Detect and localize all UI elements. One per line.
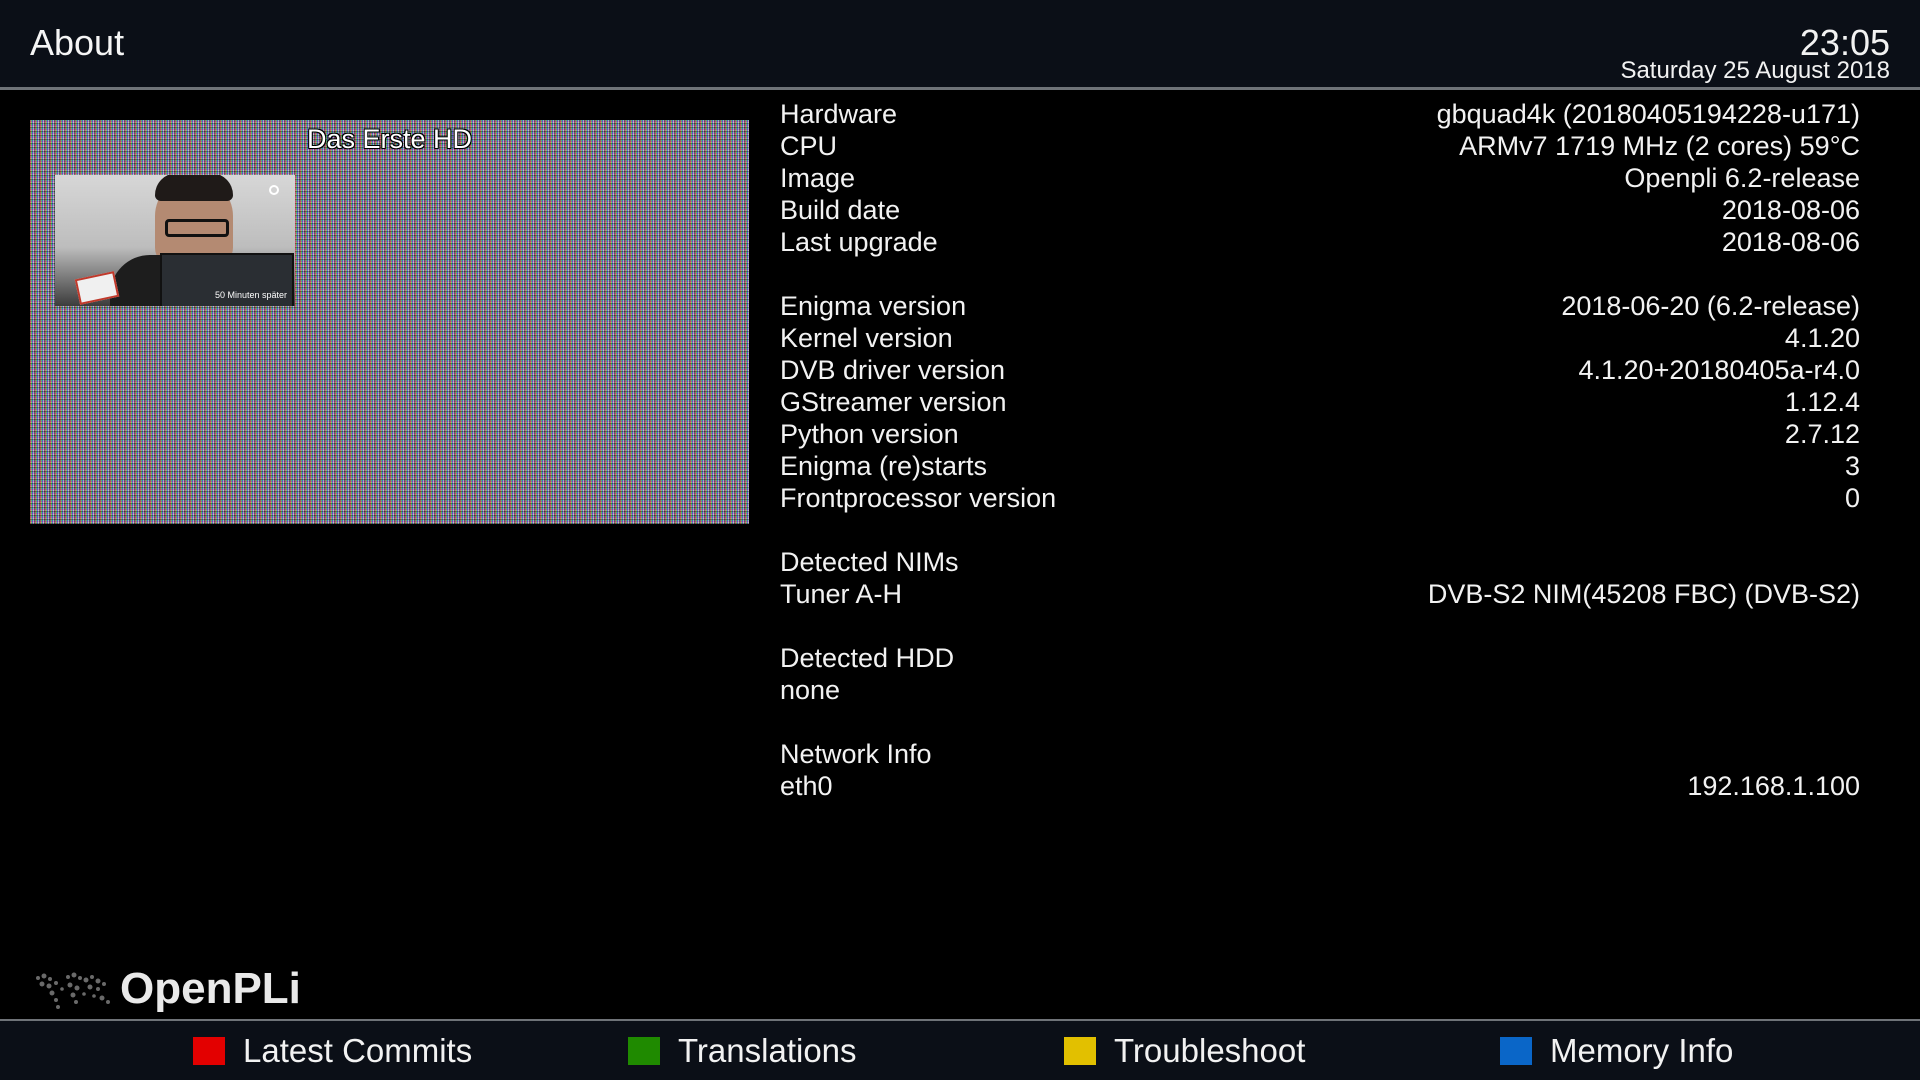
info-value: DVB-S2 NIM(45208 FBC) (DVB-S2) bbox=[1427, 579, 1860, 609]
info-heading-hdd: Detected HDD bbox=[780, 642, 1860, 674]
info-row-cpu: CPU ARMv7 1719 MHz (2 cores) 59°C bbox=[780, 130, 1860, 162]
info-value: 2.7.12 bbox=[1784, 419, 1860, 449]
globe-map-icon bbox=[36, 972, 110, 1009]
info-row-hardware: Hardware gbquad4k (20180405194228-u171) bbox=[780, 98, 1860, 130]
header-divider bbox=[0, 87, 1920, 90]
info-row-frontprocessor-version: Frontprocessor version 0 bbox=[780, 482, 1860, 514]
section-heading: Network Info bbox=[780, 739, 932, 769]
info-label: Build date bbox=[780, 195, 901, 225]
system-info-list: Hardware gbquad4k (20180405194228-u171) … bbox=[780, 98, 1860, 802]
info-label: Image bbox=[780, 163, 856, 193]
info-row-eth0: eth0 192.168.1.100 bbox=[780, 770, 1860, 802]
info-value: Openpli 6.2-release bbox=[1624, 163, 1860, 193]
info-label: Kernel version bbox=[780, 323, 953, 353]
info-label: DVB driver version bbox=[780, 355, 1006, 385]
info-row-enigma-version: Enigma version 2018-06-20 (6.2-release) bbox=[780, 290, 1860, 322]
inset-channel-dot-icon bbox=[269, 185, 279, 195]
info-row-python-version: Python version 2.7.12 bbox=[780, 418, 1860, 450]
info-label: Enigma (re)starts bbox=[780, 451, 988, 481]
info-value: 2018-08-06 bbox=[1721, 227, 1860, 257]
info-value: 4.1.20+20180405a-r4.0 bbox=[1578, 355, 1861, 385]
button-label: Latest Commits bbox=[243, 1032, 473, 1069]
info-value: 3 bbox=[1844, 451, 1860, 481]
button-label: Troubleshoot bbox=[1114, 1032, 1306, 1069]
section-heading: Detected HDD bbox=[780, 643, 955, 673]
info-label: Frontprocessor version bbox=[780, 483, 1057, 513]
info-heading-nims: Detected NIMs bbox=[780, 546, 1860, 578]
presenter-glasses bbox=[165, 219, 229, 237]
info-label: GStreamer version bbox=[780, 387, 1007, 417]
logo-text: OpenPLi bbox=[120, 964, 301, 1013]
info-value: 2018-08-06 bbox=[1721, 195, 1860, 225]
info-label: Python version bbox=[780, 419, 959, 449]
page-title: About bbox=[30, 22, 125, 63]
info-heading-network: Network Info bbox=[780, 738, 1860, 770]
info-value: 192.168.1.100 bbox=[1687, 771, 1860, 801]
info-row-enigma-restarts: Enigma (re)starts 3 bbox=[780, 450, 1860, 482]
info-row-last-upgrade: Last upgrade 2018-08-06 bbox=[780, 226, 1860, 258]
blue-key-icon bbox=[1500, 1037, 1532, 1065]
info-label: Tuner A-H bbox=[780, 579, 903, 609]
info-value: 1.12.4 bbox=[1784, 387, 1860, 417]
info-row-tuner: Tuner A-H DVB-S2 NIM(45208 FBC) (DVB-S2) bbox=[780, 578, 1860, 610]
info-label: Last upgrade bbox=[780, 227, 938, 257]
green-key-icon bbox=[628, 1037, 660, 1065]
clock-date: Saturday 25 August 2018 bbox=[1620, 57, 1890, 84]
info-value: 2018-06-20 (6.2-release) bbox=[1561, 291, 1860, 321]
red-key-icon bbox=[193, 1037, 225, 1065]
info-label: Enigma version bbox=[780, 291, 967, 321]
info-value: gbquad4k (20180405194228-u171) bbox=[1436, 99, 1860, 129]
info-row-build-date: Build date 2018-08-06 bbox=[780, 194, 1860, 226]
info-label: none bbox=[780, 675, 841, 705]
info-label: eth0 bbox=[780, 771, 833, 801]
presenter-hair bbox=[155, 175, 233, 201]
tv-preview: 50 Minuten später Das Erste HD bbox=[30, 120, 749, 524]
info-row-kernel-version: Kernel version 4.1.20 bbox=[780, 322, 1860, 354]
info-label: Hardware bbox=[780, 99, 898, 129]
inset-caption: 50 Minuten später bbox=[214, 290, 287, 300]
info-value: 4.1.20 bbox=[1784, 323, 1860, 353]
yellow-key-icon bbox=[1064, 1037, 1096, 1065]
info-label: CPU bbox=[780, 131, 838, 161]
info-row-image: Image Openpli 6.2-release bbox=[780, 162, 1860, 194]
header-bar: About 23:05 Saturday 25 August 2018 bbox=[0, 0, 1920, 87]
button-label: Translations bbox=[678, 1032, 857, 1069]
info-row-hdd: none bbox=[780, 674, 1860, 706]
section-heading: Detected NIMs bbox=[780, 547, 959, 577]
footer-button-bar: Latest Commits Translations Troubleshoot… bbox=[0, 1021, 1920, 1080]
info-row-dvb-driver-version: DVB driver version 4.1.20+20180405a-r4.0 bbox=[780, 354, 1860, 386]
preview-inset-video: 50 Minuten später bbox=[55, 175, 295, 306]
info-value: 0 bbox=[1844, 483, 1860, 513]
channel-name: Das Erste HD bbox=[306, 124, 473, 154]
info-value: ARMv7 1719 MHz (2 cores) 59°C bbox=[1459, 131, 1860, 161]
button-label: Memory Info bbox=[1550, 1032, 1734, 1069]
info-row-gstreamer-version: GStreamer version 1.12.4 bbox=[780, 386, 1860, 418]
